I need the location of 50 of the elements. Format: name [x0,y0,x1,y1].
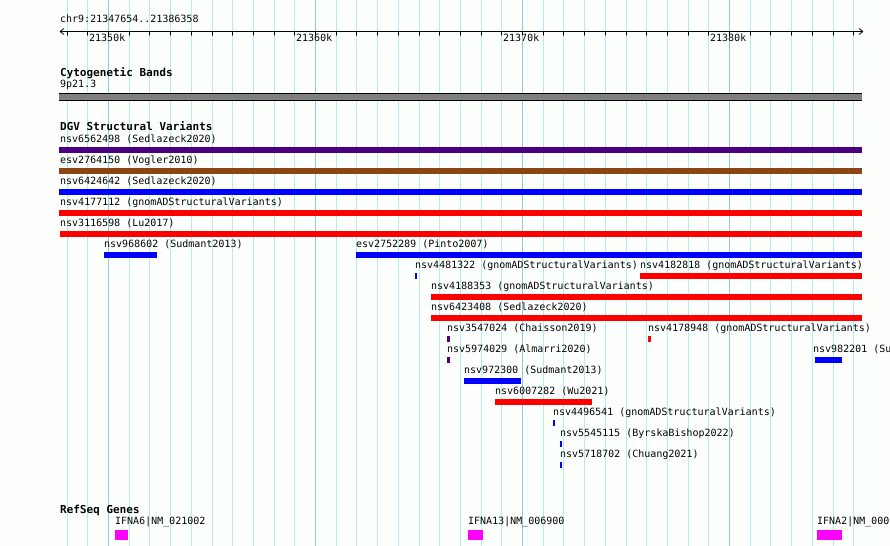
variant-label: nsv5545115 (ByrskaBishop2022) [560,428,735,440]
variant-label: nsv3116598 (Lu2017) [60,218,174,230]
variant-bar[interactable] [356,252,862,258]
variant-label: nsv972300 (Sudmant2013) [464,365,602,377]
variant-bar[interactable] [815,357,842,363]
variant-bar[interactable] [447,357,450,363]
variant-label: nsv3547024 (Chaisson2019) [447,323,598,335]
gene-bar[interactable] [817,530,842,540]
variant-label: nsv6424642 (Sedlazeck2020) [60,176,217,188]
track-title: DGV Structural Variants [60,121,212,133]
tick-label: 21370k [503,33,540,45]
variant-bar[interactable] [59,210,862,216]
gene-label: IFNA6|NM_021002 [115,516,206,528]
band-label: 9p21.3 [60,79,96,91]
tick-label: 21360k [296,33,332,45]
variant-label: esv2764150 (Vogler2010) [60,155,198,167]
gene-bar[interactable] [115,530,128,540]
variant-label: esv2752289 (Pinto2007) [356,239,488,251]
variant-bar[interactable] [59,147,862,153]
variant-label: nsv4178948 (gnomADStructuralVariants) [648,323,871,335]
variant-bar[interactable] [447,336,450,342]
variant-bar[interactable] [431,315,862,321]
variant-label: nsv4177112 (gnomADStructuralVariants) [60,197,283,209]
variant-label: nsv4481322 (gnomADStructuralVariants) [415,260,638,272]
gene-label: IFNA13|NM_006900 [468,516,564,528]
variant-bar[interactable] [464,378,521,384]
gene-label: IFNA2|NM_000 [817,516,890,528]
track-title: Cytogenetic Bands [60,67,173,79]
variant-label: nsv4496541 (gnomADStructuralVariants) [553,407,776,419]
variant-bar[interactable] [648,336,651,342]
variant-label: nsv968602 (Sudmant2013) [104,239,242,251]
variant-label: nsv6007282 (Wu2021) [495,386,610,398]
variant-label: nsv4188353 (gnomADStructuralVariants) [431,281,654,293]
variant-bar[interactable] [60,231,862,237]
variant-label: nsv5718702 (Chuang2021) [560,449,698,461]
variant-bar[interactable] [640,273,862,279]
location-label: chr9:21347654..21386358 [60,14,198,26]
variant-bar[interactable] [495,399,592,405]
variant-label: nsv4182818 (gnomADStructuralVariants) [640,260,863,272]
variant-bar[interactable] [104,252,157,258]
gene-bar[interactable] [468,530,483,540]
variant-bar[interactable] [59,168,862,174]
variant-bar[interactable] [431,294,862,300]
variant-bar[interactable] [59,189,862,195]
tick-label: 21350k [89,33,126,45]
variant-label: nsv6562498 (Sedlazeck2020) [60,134,217,146]
track-title: RefSeq Genes [60,504,140,516]
variant-label: nsv5974029 (Almarri2020) [447,344,592,356]
variant-label: nsv6423408 (Sedlazeck2020) [431,302,588,314]
tick-label: 21380k [710,33,746,45]
